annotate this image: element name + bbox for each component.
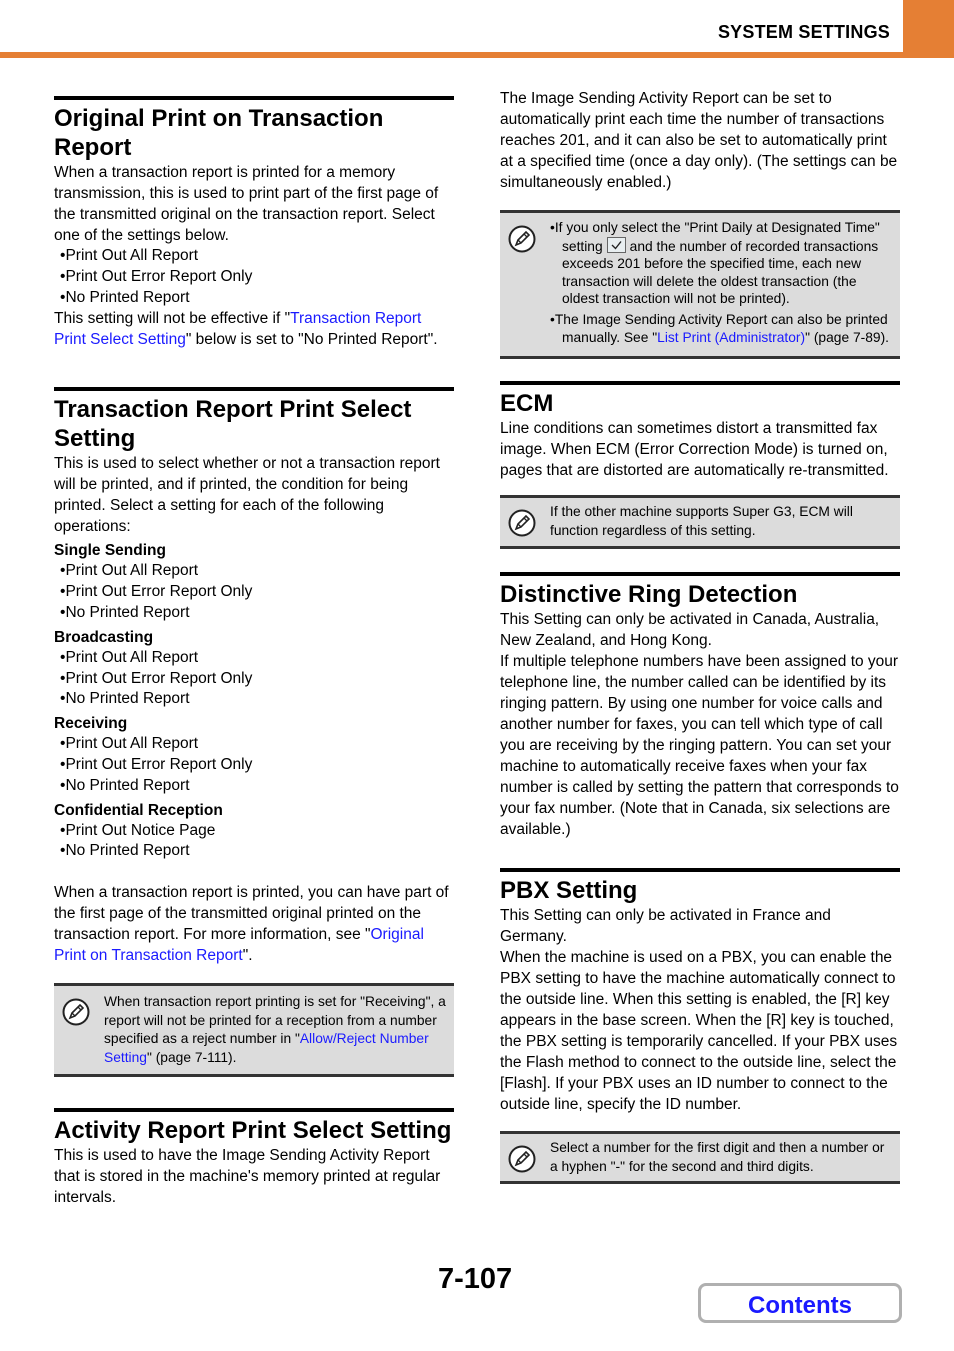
- section-distinctive-ring: Distinctive Ring Detection This Setting …: [500, 572, 900, 840]
- option-item: No Printed Report: [60, 841, 454, 862]
- option-item: Print Out Error Report Only: [60, 267, 454, 288]
- section-transaction-report: Transaction Report Print Select Setting …: [54, 387, 454, 1078]
- section-tail: This setting will not be effective if "T…: [54, 308, 454, 350]
- option-list: Print Out All Report Print Out Error Rep…: [54, 246, 454, 308]
- note-box: Select a number for the first digit and …: [500, 1131, 900, 1185]
- group-label: Broadcasting: [54, 628, 154, 646]
- note-box: When transaction report printing is set …: [54, 983, 454, 1078]
- page-number: 7-107: [438, 1263, 513, 1295]
- section-title: Original Print on Transaction Report: [54, 105, 384, 161]
- checkbox-icon: [606, 236, 626, 253]
- section-body: This Setting can only be activated in Ca…: [500, 611, 880, 650]
- note-item: The Image Sending Activity Report can al…: [550, 311, 892, 346]
- pencil-note-icon: [508, 509, 536, 537]
- link-list-print-administrator[interactable]: List Print (Administrator): [657, 330, 805, 345]
- pencil-note-icon: [62, 998, 90, 1026]
- option-list: Print Out All Report Print Out Error Rep…: [54, 648, 454, 710]
- section-title: Transaction Report Print Select Setting: [54, 396, 412, 453]
- section-title: Activity Report Print Select Setting: [54, 1117, 452, 1145]
- option-item: Print Out All Report: [60, 561, 454, 582]
- activity-report-intro: The Image Sending Activity Report can be…: [500, 90, 898, 191]
- header-rule: [0, 52, 954, 58]
- option-item: Print Out Notice Page: [60, 821, 454, 842]
- page-header: SYSTEM SETTINGS: [0, 0, 954, 60]
- note-text: " (page 7-111).: [146, 1049, 237, 1065]
- header-tab-accent: [903, 0, 954, 58]
- right-column: The Image Sending Activity Report can be…: [500, 88, 900, 1185]
- section-body: Line conditions can sometimes distort a …: [500, 420, 889, 480]
- contents-button[interactable]: Contents: [698, 1283, 902, 1323]
- section-title: PBX Setting: [500, 877, 638, 905]
- section-intro: This is used to have the Image Sending A…: [54, 1147, 441, 1207]
- option-item: No Printed Report: [60, 288, 454, 309]
- section-body: When the machine is used on a PBX, you c…: [500, 949, 898, 1114]
- chapter-title: SYSTEM SETTINGS: [717, 22, 890, 42]
- option-item: Print Out Error Report Only: [60, 669, 454, 690]
- text: " below is set to "No Printed Report".: [185, 331, 438, 349]
- section-original-print: Original Print on Transaction Report Whe…: [54, 96, 454, 350]
- section-title: ECM: [500, 390, 554, 418]
- note-box: If the other machine supports Super G3, …: [500, 495, 900, 550]
- section-activity-report: Activity Report Print Select Setting Thi…: [54, 1108, 454, 1208]
- group-label: Receiving: [54, 715, 128, 733]
- section-tail: When a transaction report is printed, yo…: [54, 882, 454, 966]
- option-item: No Printed Report: [60, 689, 454, 710]
- option-item: Print Out Error Report Only: [60, 582, 454, 603]
- left-column: Original Print on Transaction Report Whe…: [54, 96, 454, 1208]
- section-ecm: ECM Line conditions can sometimes distor…: [500, 381, 900, 550]
- option-item: No Printed Report: [60, 776, 454, 797]
- section-body: If multiple telephone numbers have been …: [500, 653, 899, 839]
- note-list: If you only select the "Print Daily at D…: [550, 219, 892, 346]
- section-body: This Setting can only be activated in Fr…: [500, 907, 831, 946]
- text: This setting will not be effective if ": [54, 310, 291, 328]
- option-list: Print Out All Report Print Out Error Rep…: [54, 734, 454, 796]
- note-text: Select a number for the first digit and …: [550, 1140, 885, 1174]
- note-box: If you only select the "Print Daily at D…: [500, 210, 900, 360]
- group-label: Confidential Reception: [54, 801, 223, 819]
- option-item: Print Out All Report: [60, 734, 454, 755]
- option-list: Print Out All Report Print Out Error Rep…: [54, 561, 454, 623]
- option-item: Print Out All Report: [60, 246, 454, 267]
- group-label: Single Sending: [54, 542, 166, 560]
- pencil-note-icon: [508, 225, 536, 253]
- section-intro: This is used to select whether or not a …: [54, 455, 440, 536]
- text: " (page 7-89).: [805, 329, 890, 345]
- section-title: Distinctive Ring Detection: [500, 581, 798, 609]
- note-item: If you only select the "Print Daily at D…: [550, 219, 892, 308]
- option-list: Print Out Notice Page No Printed Report: [54, 821, 454, 863]
- option-item: No Printed Report: [60, 603, 454, 624]
- option-item: Print Out Error Report Only: [60, 755, 454, 776]
- pencil-note-icon: [508, 1145, 536, 1173]
- section-pbx: PBX Setting This Setting can only be act…: [500, 868, 900, 1185]
- section-intro: When a transaction report is printed for…: [54, 164, 439, 244]
- option-item: Print Out All Report: [60, 648, 454, 669]
- note-text: If the other machine supports Super G3, …: [550, 504, 853, 538]
- text: ".: [242, 947, 253, 965]
